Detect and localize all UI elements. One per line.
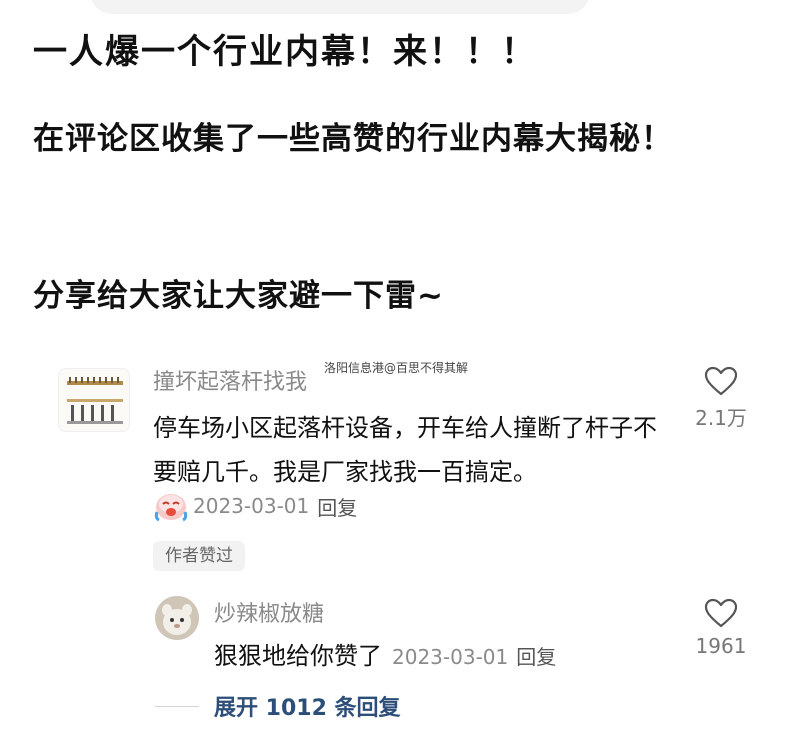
animal-avatar-icon (155, 596, 199, 640)
heart-icon (704, 366, 738, 396)
reply-like-button[interactable]: 1961 (681, 598, 761, 658)
reply-avatar[interactable] (155, 596, 199, 640)
top-search-bar[interactable] (90, 0, 590, 14)
crying-laughing-sticker-icon (154, 494, 188, 522)
comment-date: 2023-03-01 (193, 494, 310, 518)
comment-like-count: 2.1万 (695, 406, 747, 430)
reply-date: 2023-03-01 (392, 645, 509, 669)
comment-like-button[interactable]: 2.1万 (681, 366, 761, 431)
expand-replies-button[interactable]: 展开 1012 条回复 (214, 690, 401, 722)
comment-text: 停车场小区起落杆设备，开车给人撞断了杆子不要赔几千。我是厂家找我一百搞定。 (153, 414, 657, 486)
post-share-line: 分享给大家让大家避一下雷~ (33, 278, 444, 314)
watermark: 洛阳信息港@百思不得其解 (322, 359, 471, 376)
comment-author-name[interactable]: 撞坏起落杆找我 (153, 364, 307, 396)
heart-icon (704, 598, 738, 628)
reply-reply-button[interactable]: 回复 (516, 641, 556, 670)
commenter-avatar[interactable] (58, 368, 130, 432)
reply-author-name[interactable]: 炒辣椒放糖 (214, 596, 324, 628)
reply-like-count: 1961 (695, 634, 747, 658)
barrier-gate-icon (67, 377, 123, 424)
post-body: 在评论区收集了一些高赞的行业内幕大揭秘！ (33, 121, 673, 157)
post-title: 一人爆一个行业内幕！来！！！ (33, 32, 537, 72)
comment-meta: 2023-03-01 回复 (153, 490, 357, 522)
expand-divider (155, 706, 199, 707)
reply-text: 狠狠地给你赞了 (214, 642, 382, 670)
author-liked-badge: 作者赞过 (153, 541, 245, 571)
reply-content-row: 狠狠地给你赞了 2023-03-01 回复 (214, 636, 556, 671)
comment-reply-button[interactable]: 回复 (317, 492, 357, 521)
